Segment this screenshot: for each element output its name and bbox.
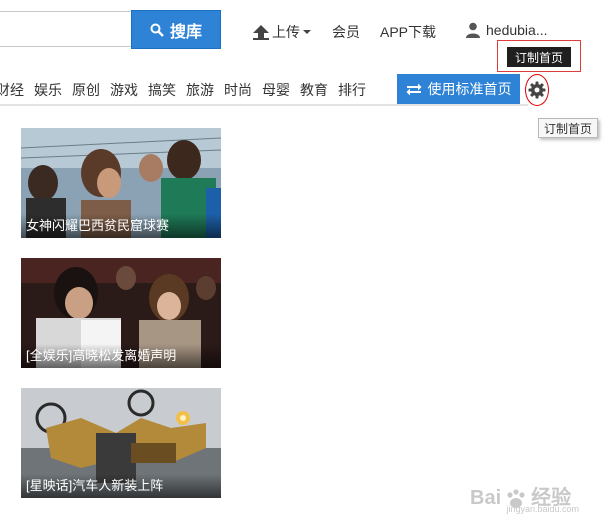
chevron-down-icon	[303, 30, 311, 34]
gear-icon	[528, 81, 546, 99]
watermark-url: jingyan.baidu.com	[506, 504, 579, 514]
swap-icon	[406, 83, 421, 95]
news-card[interactable]: 女神闪耀巴西贫民窟球赛	[21, 128, 221, 238]
user-menu[interactable]: hedubia...	[466, 22, 548, 38]
tooltip-customize-home: 订制首页	[507, 47, 571, 67]
customize-home-button[interactable]	[525, 74, 549, 106]
news-card-caption: [全娱乐]高晓松发离婚声明	[21, 344, 221, 368]
user-icon	[466, 22, 480, 38]
use-standard-home-label: 使用标准首页	[427, 81, 512, 97]
search-button[interactable]: 搜库	[131, 10, 221, 49]
use-standard-home-button[interactable]: 使用标准首页	[397, 74, 520, 104]
news-card-caption: 女神闪耀巴西贫民窟球赛	[21, 214, 221, 238]
search-icon	[150, 23, 164, 37]
nav-item[interactable]: 原创	[72, 80, 100, 100]
upload-icon	[253, 25, 269, 40]
nav-divider	[0, 104, 528, 106]
watermark: Bai 经验 jingyan.baidu.com	[470, 460, 595, 514]
news-card-caption: [星映话]汽车人新装上阵	[21, 474, 221, 498]
upload-label: 上传	[272, 24, 300, 40]
search-button-label: 搜库	[169, 23, 202, 41]
nav-item[interactable]: 旅游	[186, 80, 214, 100]
app-download-label: APP下载	[380, 24, 437, 40]
member-link[interactable]: 会员	[332, 22, 360, 42]
tooltip-highlight: 订制首页	[497, 40, 581, 72]
news-card[interactable]: [星映话]汽车人新装上阵	[21, 388, 221, 498]
nav-item[interactable]: 母婴	[262, 80, 290, 100]
tooltip-customize-home-side: 订制首页	[538, 118, 598, 138]
upload-link[interactable]: 上传	[252, 22, 312, 42]
app-download-link[interactable]: APP下载	[380, 22, 436, 42]
search-input[interactable]	[0, 11, 131, 47]
username: hedubia...	[486, 22, 548, 38]
nav-item[interactable]: 财经	[0, 80, 24, 100]
news-card[interactable]: [全娱乐]高晓松发离婚声明	[21, 258, 221, 368]
nav-item[interactable]: 时尚	[224, 80, 252, 100]
nav-item[interactable]: 教育	[300, 80, 328, 100]
member-label: 会员	[332, 24, 360, 40]
watermark-text: Bai	[470, 487, 502, 509]
nav-item[interactable]: 游戏	[110, 80, 138, 100]
nav-item[interactable]: 排行	[338, 80, 366, 100]
nav-item[interactable]: 娱乐	[34, 80, 62, 100]
nav-item[interactable]: 搞笑	[148, 80, 176, 100]
channel-nav: 财经 娱乐 原创 游戏 搞笑 旅游 时尚 母婴 教育 排行	[0, 80, 376, 100]
